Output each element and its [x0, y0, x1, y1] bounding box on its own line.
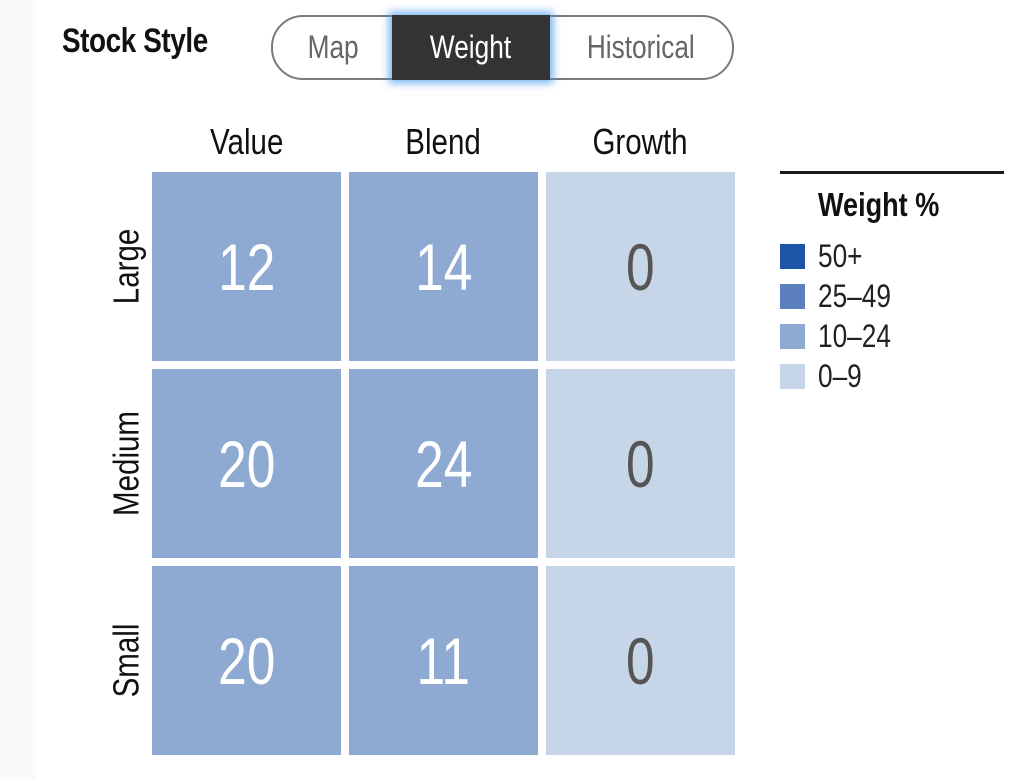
cell-value: 11 [416, 623, 471, 698]
column-label-blend: Blend [405, 121, 482, 162]
legend-label: 10–24 [818, 318, 891, 354]
cell-medium-blend: 24 [349, 369, 538, 558]
cell-medium-value: 20 [152, 369, 341, 558]
toggle-historical-button[interactable]: Historical [550, 17, 732, 78]
row-label-medium: Medium [105, 410, 147, 516]
legend-label: 0–9 [818, 358, 862, 394]
cell-value: 12 [217, 229, 276, 304]
cell-large-blend: 14 [349, 172, 538, 361]
legend-swatch [780, 244, 805, 269]
cell-small-growth: 0 [546, 566, 735, 755]
view-toggle: Map Weight Historical [271, 15, 734, 80]
cell-small-value: 20 [152, 566, 341, 755]
toggle-weight-label: Weight [430, 29, 512, 65]
toggle-map-button[interactable]: Map [273, 17, 393, 78]
legend-label: 50+ [818, 238, 863, 274]
cell-value: 14 [414, 229, 473, 304]
cell-small-blend: 11 [349, 566, 538, 755]
cell-medium-growth: 0 [546, 369, 735, 558]
cell-large-value: 12 [152, 172, 341, 361]
cell-value: 20 [217, 426, 276, 501]
toggle-historical-label: Historical [587, 29, 695, 65]
cell-value: 24 [414, 426, 473, 501]
legend-swatch [780, 324, 805, 349]
left-margin-strip [0, 0, 36, 780]
toggle-weight-button[interactable]: Weight [392, 15, 550, 80]
cell-value: 20 [217, 623, 276, 698]
cell-value: 0 [626, 623, 655, 698]
toggle-map-label: Map [307, 29, 359, 65]
legend-divider [780, 171, 1004, 174]
row-label-small: Small [105, 623, 147, 697]
legend-swatch [780, 284, 805, 309]
page-title: Stock Style [62, 22, 208, 60]
legend-swatch [780, 364, 805, 389]
column-label-growth: Growth [592, 121, 689, 162]
legend-label: 25–49 [818, 278, 891, 314]
legend-title: Weight % [818, 186, 940, 223]
cell-large-growth: 0 [546, 172, 735, 361]
row-label-large: Large [105, 228, 147, 304]
cell-value: 0 [626, 229, 655, 304]
column-label-value: Value [209, 121, 284, 162]
cell-value: 0 [626, 426, 655, 501]
